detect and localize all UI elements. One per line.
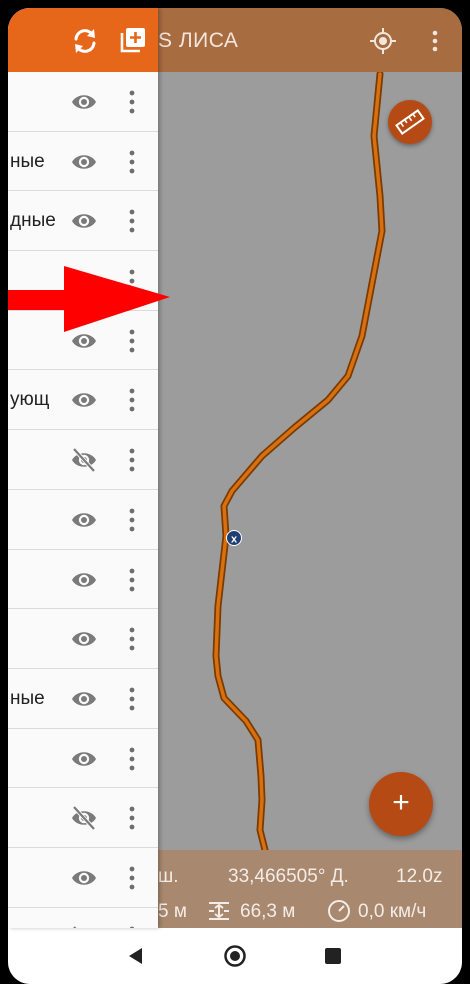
layer-row[interactable]: дные xyxy=(8,191,158,252)
visibility-off-icon[interactable] xyxy=(70,446,98,474)
visibility-off-icon[interactable] xyxy=(70,804,98,832)
add-button[interactable]: + xyxy=(369,772,433,836)
layer-row[interactable]: ные xyxy=(8,668,158,729)
visibility-off-icon[interactable] xyxy=(70,924,98,928)
visibility-icon[interactable] xyxy=(70,148,98,176)
distance-icon xyxy=(209,902,229,920)
system-nav-bar xyxy=(8,928,462,984)
more-options-icon[interactable] xyxy=(122,505,142,535)
red-arrow-annotation xyxy=(8,266,170,332)
layer-name: ующ xyxy=(10,389,50,411)
more-options-icon[interactable] xyxy=(122,87,142,117)
more-options-icon[interactable] xyxy=(122,445,142,475)
layer-list: ные дные ующ ные xyxy=(8,72,158,928)
more-options-icon[interactable] xyxy=(122,923,142,928)
layer-name: ные xyxy=(10,150,45,172)
map-title: S ЛИСА xyxy=(158,29,239,52)
layer-row[interactable] xyxy=(8,430,158,490)
visibility-icon[interactable] xyxy=(70,88,98,116)
more-options-icon[interactable] xyxy=(122,744,142,774)
my-location-icon[interactable] xyxy=(370,28,396,54)
layer-name: дные xyxy=(10,210,56,232)
more-options-icon[interactable] xyxy=(122,624,142,654)
layer-row[interactable] xyxy=(8,907,158,928)
measure-button[interactable] xyxy=(388,100,432,144)
layer-row[interactable] xyxy=(8,728,158,789)
layer-row[interactable] xyxy=(8,609,158,669)
back-icon[interactable] xyxy=(126,946,146,966)
visibility-icon[interactable] xyxy=(70,745,98,773)
distance-value: 5 м xyxy=(158,901,187,922)
sync-icon[interactable] xyxy=(70,26,100,56)
visibility-icon[interactable] xyxy=(70,864,98,892)
more-options-icon[interactable] xyxy=(122,147,142,177)
more-options-icon[interactable] xyxy=(122,385,142,415)
distance-total: 66,3 м xyxy=(240,901,296,922)
visibility-icon[interactable] xyxy=(70,506,98,534)
ruler-icon xyxy=(395,109,425,135)
visibility-icon[interactable] xyxy=(70,207,98,235)
more-options-icon[interactable] xyxy=(122,684,142,714)
drawer-header xyxy=(8,8,158,72)
svg-text:x: x xyxy=(231,534,238,546)
speedometer-icon xyxy=(328,900,350,922)
speed-text: 0,0 км/ч xyxy=(358,901,427,922)
layers-drawer: ные дные ующ ные xyxy=(8,8,158,928)
visibility-icon[interactable] xyxy=(70,625,98,653)
longitude-text: 33,466505° Д. xyxy=(228,866,349,887)
latitude-text: ш. xyxy=(158,866,179,887)
recents-icon[interactable] xyxy=(324,947,342,965)
visibility-icon[interactable] xyxy=(70,386,98,414)
phone-display: S ЛИСА x + ш. 33,466505° Д. 12.0z 5 м 66… xyxy=(8,8,462,984)
visibility-icon[interactable] xyxy=(70,685,98,713)
more-options-icon[interactable] xyxy=(122,863,142,893)
layer-row[interactable] xyxy=(8,549,158,610)
plus-icon: + xyxy=(392,786,410,819)
layer-row[interactable] xyxy=(8,847,158,908)
overflow-menu-icon[interactable] xyxy=(430,30,440,52)
home-icon[interactable] xyxy=(223,944,247,968)
layer-row[interactable] xyxy=(8,72,158,132)
more-options-icon[interactable] xyxy=(122,803,142,833)
layer-row[interactable]: ные xyxy=(8,131,158,192)
add-layer-icon[interactable] xyxy=(120,27,146,53)
layer-row[interactable]: ующ xyxy=(8,370,158,431)
layer-row[interactable] xyxy=(8,489,158,550)
more-options-icon[interactable] xyxy=(122,206,142,236)
zoom-level: 12.0z xyxy=(396,866,443,887)
layer-name: ные xyxy=(10,687,45,709)
visibility-icon[interactable] xyxy=(70,566,98,594)
layer-row[interactable] xyxy=(8,788,158,848)
screen: S ЛИСА x + ш. 33,466505° Д. 12.0z 5 м 66… xyxy=(0,0,470,984)
more-options-icon[interactable] xyxy=(122,565,142,595)
